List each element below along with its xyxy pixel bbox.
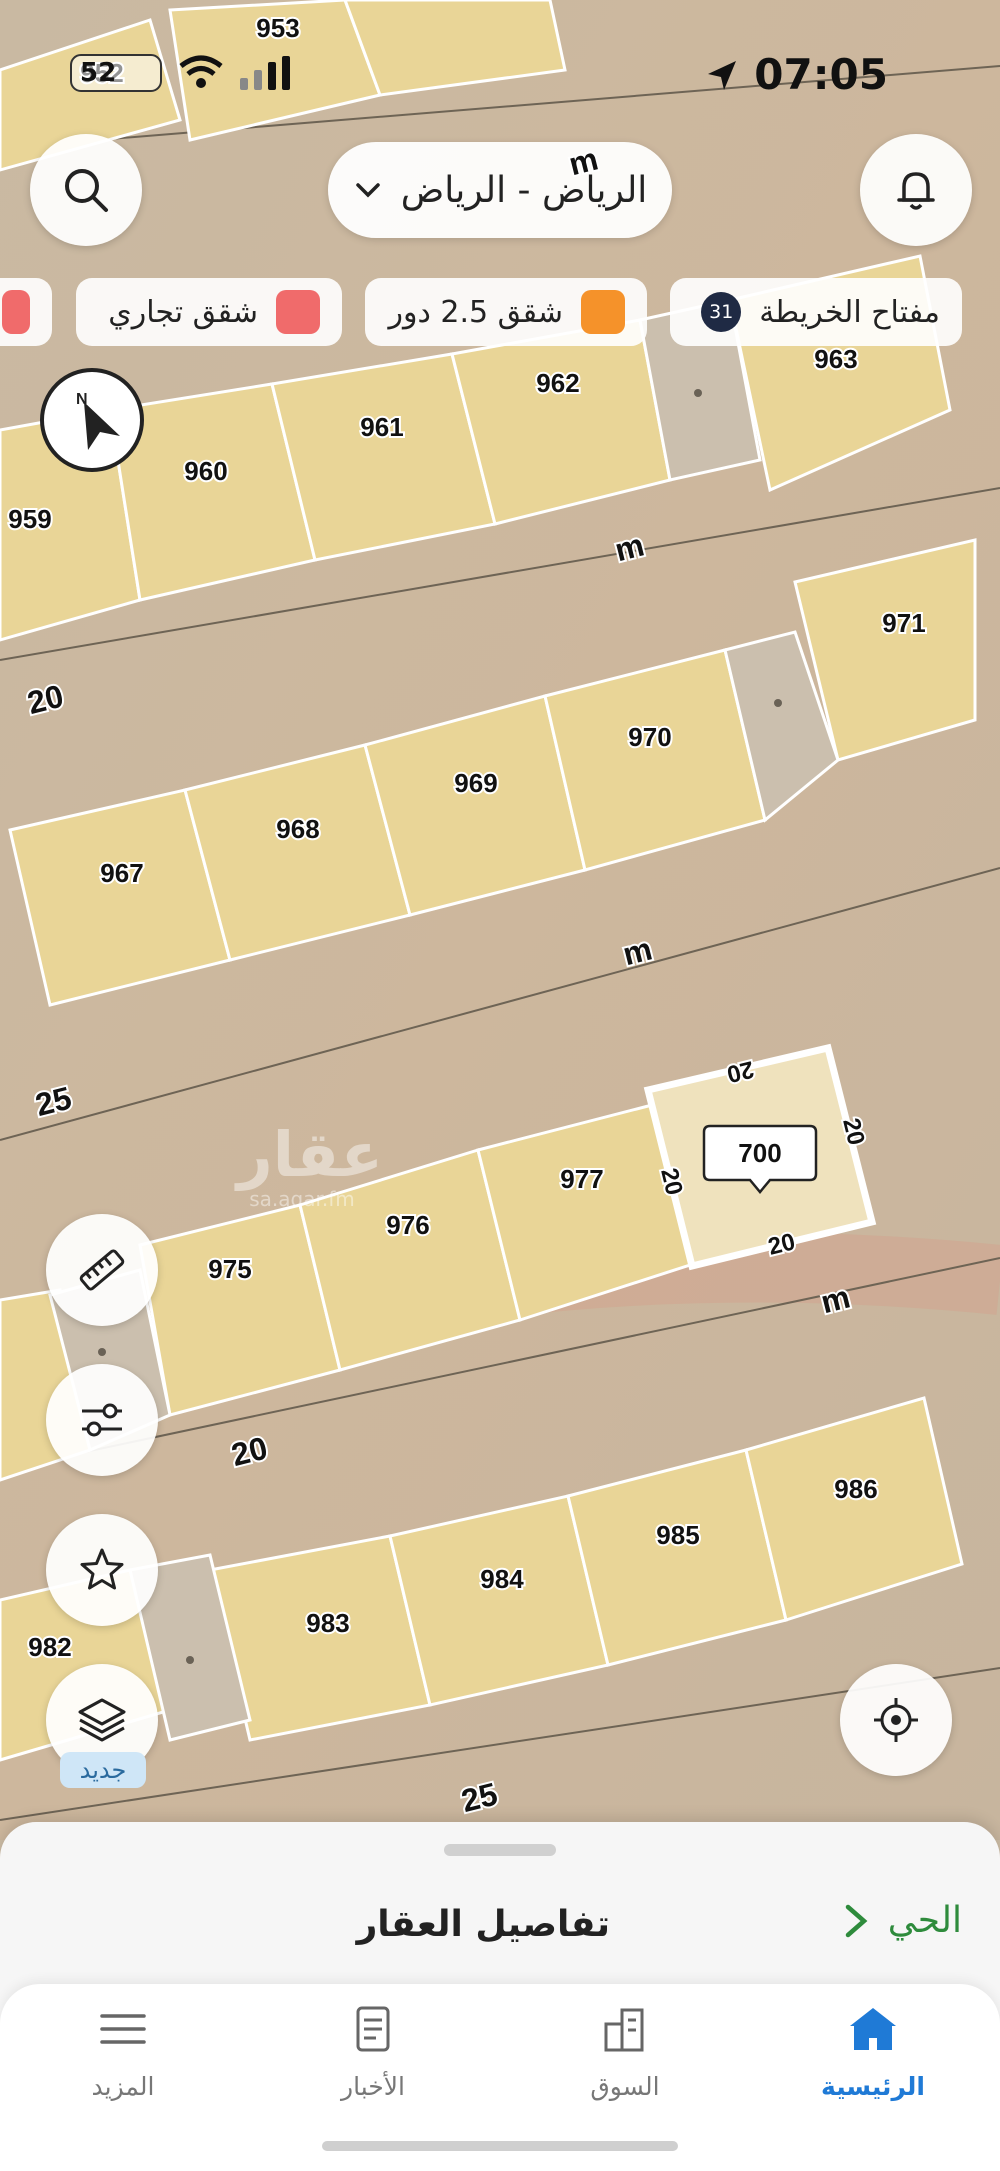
legend-chip-commercial-apartments[interactable]: شقق تجاري — [76, 278, 342, 346]
buildings-icon — [604, 2008, 644, 2052]
city-name: الرياض - الرياض — [400, 169, 648, 211]
map-key-button[interactable]: مفتاح الخريطة 31 — [670, 278, 962, 346]
legend-chip-partial[interactable] — [0, 278, 52, 346]
legend-chip-label: شقق 2.5 دور — [388, 294, 563, 330]
notifications-button[interactable] — [860, 134, 972, 246]
search-icon — [65, 169, 108, 212]
legend-swatch-red — [276, 290, 320, 334]
nav-label: الرئيسية — [821, 2072, 925, 2101]
nav-home[interactable]: الرئيسية — [778, 1994, 968, 2124]
legend-chip-label: شقق تجاري — [108, 294, 258, 330]
menu-icon — [100, 2014, 146, 2044]
district-link[interactable]: الحي — [840, 1900, 962, 1941]
ruler-icon — [79, 1249, 125, 1291]
legend-chip-apartments-2-5[interactable]: شقق 2.5 دور — [365, 278, 647, 346]
battery-level: 52 — [80, 58, 117, 88]
nav-more[interactable]: المزيد — [28, 1994, 218, 2124]
nav-news[interactable]: الأخبار — [278, 1994, 468, 2124]
chevron-right-icon — [845, 1904, 868, 1937]
map-key-count: 31 — [701, 292, 742, 332]
city-selector[interactable]: الرياض - الرياض — [328, 142, 672, 238]
status-bar: 07:05 52 — [0, 40, 1000, 110]
sheet-title: تفاصيل العقار — [356, 1904, 610, 1945]
target-icon — [874, 1698, 918, 1742]
new-badge: جديد — [60, 1752, 146, 1788]
layers-icon — [78, 1698, 126, 1742]
nav-label: المزيد — [91, 2072, 155, 2101]
star-icon — [80, 1548, 124, 1590]
nav-label: السوق — [590, 2072, 660, 2101]
my-location-button[interactable] — [840, 1664, 952, 1776]
map-key-label: مفتاح الخريطة — [759, 294, 940, 330]
home-indicator — [322, 2141, 678, 2151]
compass-icon[interactable]: N — [38, 366, 146, 474]
legend-swatch-red — [2, 290, 30, 334]
battery-indicator: 52 — [70, 54, 162, 92]
location-arrow-icon — [708, 61, 736, 90]
nav-market[interactable]: السوق — [530, 1994, 720, 2124]
sliders-icon — [82, 1403, 122, 1437]
nav-label: الأخبار — [341, 2072, 405, 2101]
district-label: الحي — [887, 1900, 962, 1941]
svg-text:N: N — [76, 391, 88, 408]
bell-icon — [897, 172, 935, 210]
wifi-icon — [179, 55, 223, 88]
signal-icon — [240, 56, 290, 90]
chevron-down-icon — [355, 183, 380, 198]
favorites-button[interactable] — [46, 1514, 158, 1626]
news-icon — [356, 2006, 390, 2052]
sheet-drag-handle[interactable] — [444, 1844, 556, 1856]
home-icon — [850, 2008, 896, 2050]
selected-parcel[interactable] — [643, 1043, 877, 1271]
status-time: 07:05 — [754, 50, 888, 99]
legend-swatch-orange — [581, 290, 625, 334]
measure-button[interactable] — [46, 1214, 158, 1326]
search-button[interactable] — [30, 134, 142, 246]
filter-button[interactable] — [46, 1364, 158, 1476]
